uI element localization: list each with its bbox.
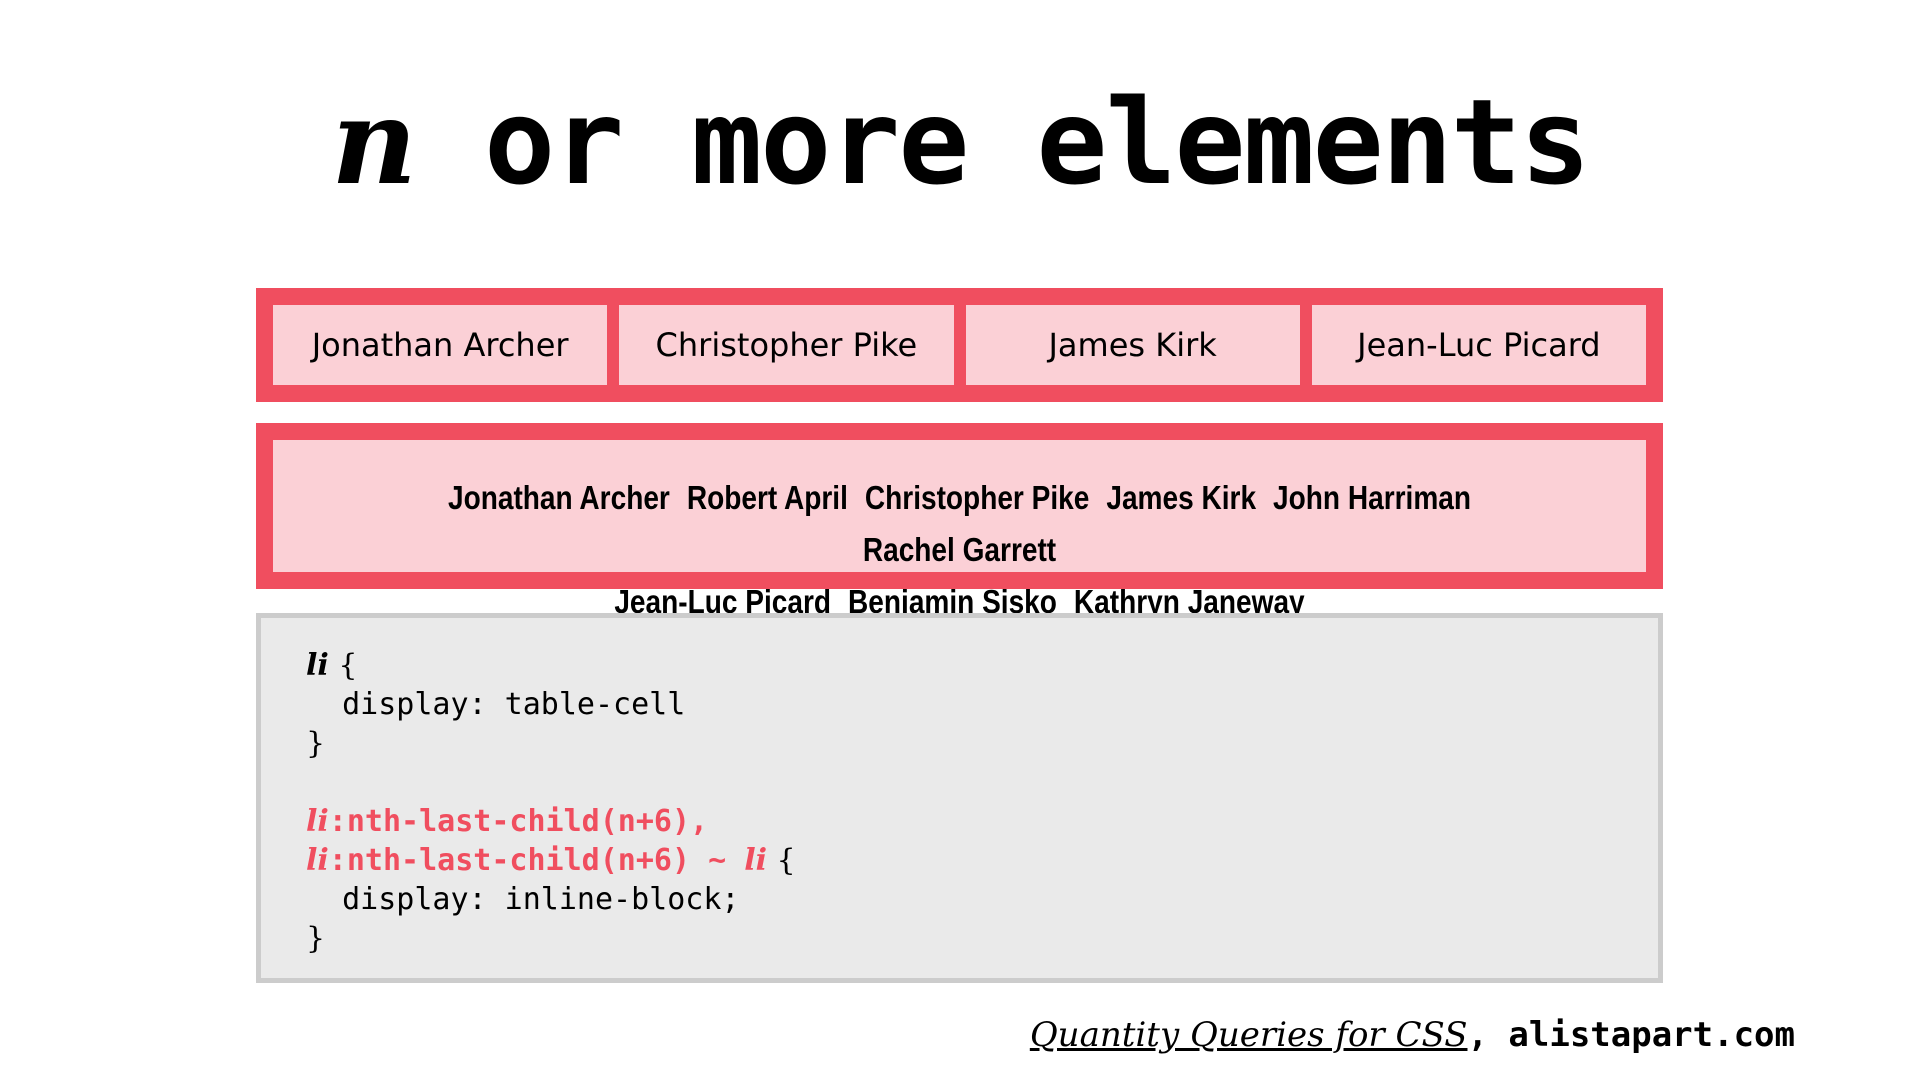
inline-list: Jonathan Archer Robert April Christopher P… <box>376 472 1543 628</box>
code-text: :nth-last-child(n+6), <box>328 804 709 839</box>
code-text: :nth-last-child(n+6) ~ <box>328 843 745 878</box>
list-item: Jonathan Archer <box>273 305 608 385</box>
list-item: James Kirk <box>965 305 1300 385</box>
article-link[interactable]: Quantity Queries for CSS <box>1030 1015 1468 1055</box>
code-brace: { <box>328 648 358 683</box>
title-text: or more elements <box>415 73 1591 211</box>
code-block: li { display: table-cell } li:nth-last-c… <box>256 613 1663 983</box>
code-selector: li <box>306 648 329 683</box>
list-item: Christopher Pike <box>619 305 954 385</box>
source-credit: Quantity Queries for CSS, alistapart.com <box>1030 1015 1795 1055</box>
code-selector: li <box>306 843 329 878</box>
list-item: John Harriman <box>1273 479 1472 516</box>
code-selector: li <box>306 804 329 839</box>
list-item: Christopher Pike <box>864 479 1090 516</box>
source-site: , alistapart.com <box>1467 1015 1795 1055</box>
code-line: li { <box>306 646 1658 685</box>
code-line: } <box>306 921 326 956</box>
list-item: Robert April <box>686 479 848 516</box>
title-variable: n <box>331 72 417 211</box>
code-line: } <box>306 726 326 761</box>
list-item: James Kirk <box>1106 479 1257 516</box>
code-selector: li <box>744 843 768 878</box>
table-cell-layout-demo: Jonathan Archer Christopher Pike James K… <box>256 288 1663 402</box>
inline-block-layout-demo: Jonathan Archer Robert April Christopher P… <box>256 423 1663 620</box>
list-item: Jonathan Archer <box>447 479 670 516</box>
code-brace: { <box>767 843 796 878</box>
code-line: li:nth-last-child(n+6), <box>306 802 1658 841</box>
code-line: display: table-cell <box>306 687 686 722</box>
list-item: Jean-Luc Picard <box>1311 305 1646 385</box>
list-item: Rachel Garrett <box>862 531 1057 568</box>
code-line: display: inline-block; <box>306 882 740 917</box>
code-line: li:nth-last-child(n+6) ~ li { <box>306 841 1658 880</box>
slide-title: n or more elements <box>0 72 1920 212</box>
